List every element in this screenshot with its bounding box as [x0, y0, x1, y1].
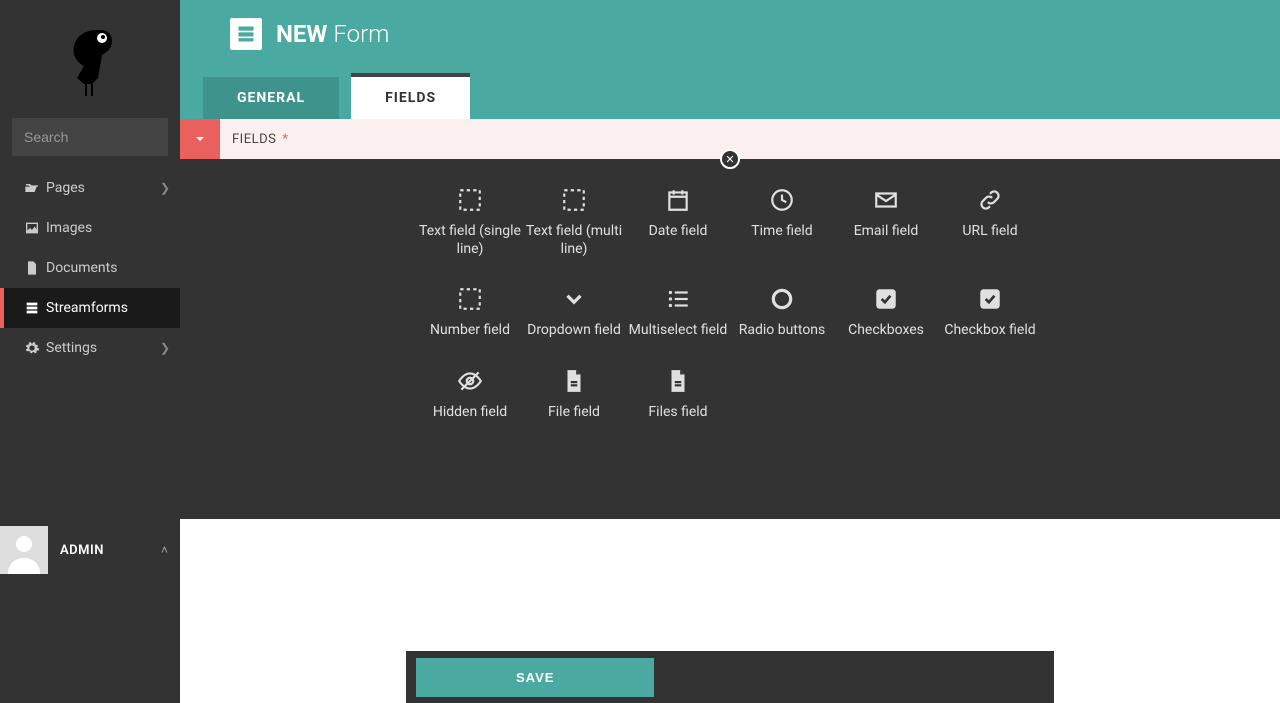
- eye-slash-icon: [457, 368, 483, 394]
- field-type-number[interactable]: Number field: [418, 286, 522, 340]
- chevron-right-icon: ❯: [160, 181, 170, 195]
- nav-label: Images: [46, 220, 170, 236]
- field-type-checkboxes[interactable]: Checkboxes: [834, 286, 938, 340]
- bird-logo-icon: [62, 22, 118, 98]
- page-title-thin: Form: [333, 20, 389, 48]
- field-type-text-single[interactable]: Text field (single line): [418, 187, 522, 258]
- field-type-files[interactable]: Files field: [626, 368, 730, 422]
- field-type-file[interactable]: File field: [522, 368, 626, 422]
- field-type-label: URL field: [962, 223, 1017, 241]
- image-icon: [24, 220, 46, 236]
- section-toggle[interactable]: [180, 119, 220, 159]
- file-icon: [665, 368, 691, 394]
- tab-general[interactable]: GENERAL: [203, 77, 339, 119]
- sidebar-item-pages[interactable]: Pages ❯: [0, 168, 180, 208]
- field-type-text-multi[interactable]: Text field (multi line): [522, 187, 626, 258]
- envelope-icon: [873, 187, 899, 213]
- field-type-label: Date field: [649, 223, 708, 241]
- field-type-label: Email field: [854, 223, 919, 241]
- field-type-label: Multiselect field: [629, 322, 728, 340]
- chevron-down-icon: [561, 286, 587, 312]
- avatar: [0, 526, 48, 574]
- page-title: NEW Form: [276, 20, 389, 48]
- field-type-label: Time field: [751, 223, 812, 241]
- tab-bar: GENERAL FIELDS: [203, 77, 470, 119]
- check-square-icon: [873, 286, 899, 312]
- chevron-down-icon: [192, 131, 208, 147]
- field-type-panel: ✕ Text field (single line) Text field (m…: [180, 159, 1280, 519]
- clock-icon: [769, 187, 795, 213]
- field-type-grid: Text field (single line) Text field (mul…: [200, 187, 1260, 421]
- chevron-right-icon: ❯: [160, 341, 170, 355]
- search-box: [12, 118, 168, 156]
- sidebar-item-documents[interactable]: Documents: [0, 248, 180, 288]
- field-type-label: Number field: [430, 322, 510, 340]
- nav-list: Pages ❯ Images Documents Streamforms Set…: [0, 168, 180, 368]
- file-icon: [561, 368, 587, 394]
- chevron-up-icon: ˄: [161, 543, 168, 557]
- close-icon: ✕: [725, 153, 734, 166]
- link-icon: [977, 187, 1003, 213]
- tab-fields[interactable]: FIELDS: [351, 77, 470, 119]
- radio-icon: [769, 286, 795, 312]
- field-type-label: Dropdown field: [527, 322, 621, 340]
- nav-label: Streamforms: [46, 300, 170, 316]
- sidebar-item-streamforms[interactable]: Streamforms: [0, 288, 180, 328]
- footer-bar: SAVE: [406, 651, 1054, 703]
- logo[interactable]: [0, 0, 180, 110]
- field-type-hidden[interactable]: Hidden field: [418, 368, 522, 422]
- field-type-url[interactable]: URL field: [938, 187, 1042, 258]
- field-type-label: Files field: [648, 404, 707, 422]
- form-icon: [230, 18, 262, 50]
- placeholder-icon: [457, 187, 483, 213]
- folder-open-icon: [24, 180, 46, 196]
- user-menu[interactable]: ADMIN ˄: [0, 525, 180, 575]
- sidebar-item-settings[interactable]: Settings ❯: [0, 328, 180, 368]
- required-asterisk: *: [282, 132, 288, 147]
- gear-icon: [24, 340, 46, 356]
- field-type-radio[interactable]: Radio buttons: [730, 286, 834, 340]
- field-type-checkbox[interactable]: Checkbox field: [938, 286, 1042, 340]
- document-icon: [24, 260, 46, 276]
- section-label: FIELDS: [232, 132, 276, 147]
- page-header: NEW Form GENERAL FIELDS: [180, 0, 1280, 119]
- close-button[interactable]: ✕: [720, 149, 740, 169]
- field-type-label: Hidden field: [433, 404, 507, 422]
- main-content: NEW Form GENERAL FIELDS FIELDS * ✕ Text …: [180, 0, 1280, 703]
- field-type-email[interactable]: Email field: [834, 187, 938, 258]
- nav-label: Pages: [46, 180, 160, 196]
- page-title-bold: NEW: [276, 20, 327, 48]
- field-type-date[interactable]: Date field: [626, 187, 730, 258]
- placeholder-icon: [561, 187, 587, 213]
- check-square-icon: [977, 286, 1003, 312]
- field-type-time[interactable]: Time field: [730, 187, 834, 258]
- field-type-label: Text field (single line): [418, 223, 522, 258]
- calendar-icon: [665, 187, 691, 213]
- sidebar: Pages ❯ Images Documents Streamforms Set…: [0, 0, 180, 703]
- field-type-label: Radio buttons: [739, 322, 826, 340]
- field-type-label: File field: [548, 404, 600, 422]
- nav-label: Settings: [46, 340, 160, 356]
- placeholder-icon: [457, 286, 483, 312]
- search-input[interactable]: [24, 129, 205, 145]
- nav-label: Documents: [46, 260, 170, 276]
- field-type-label: Checkbox field: [944, 322, 1035, 340]
- save-button[interactable]: SAVE: [416, 658, 654, 697]
- field-type-label: Text field (multi line): [522, 223, 626, 258]
- field-type-label: Checkboxes: [848, 322, 924, 340]
- field-type-multiselect[interactable]: Multiselect field: [626, 286, 730, 340]
- list-ul-icon: [665, 286, 691, 312]
- user-name: ADMIN: [48, 543, 161, 558]
- form-icon: [24, 300, 46, 316]
- sidebar-item-images[interactable]: Images: [0, 208, 180, 248]
- field-type-dropdown[interactable]: Dropdown field: [522, 286, 626, 340]
